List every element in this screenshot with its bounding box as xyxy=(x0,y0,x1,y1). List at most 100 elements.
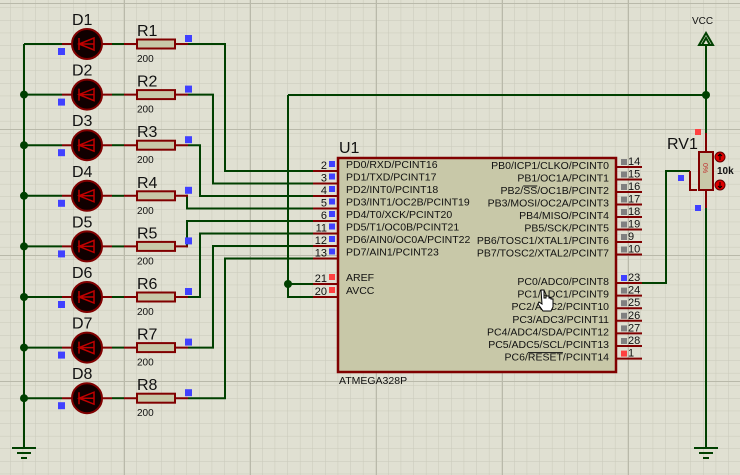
pin-name: PC1/ADC1/PCINT9 xyxy=(517,289,609,301)
pot-value: 10k xyxy=(717,166,734,177)
pin-state-indicator xyxy=(329,236,335,242)
pot-position: 0% xyxy=(701,163,708,173)
resistor-body[interactable] xyxy=(136,392,176,404)
pin-number: 16 xyxy=(628,181,640,193)
pin-name: PB3/MOSI/OC2A/PCINT3 xyxy=(488,198,610,210)
pin-state-indicator xyxy=(621,300,627,307)
pin-name: AVCC xyxy=(346,285,375,297)
pin-number: 10 xyxy=(628,244,640,256)
resistor-label: R5 xyxy=(137,225,158,242)
pot-decrease-button[interactable] xyxy=(714,179,726,191)
resistor-value: 200 xyxy=(137,54,154,65)
pin-state-indicator xyxy=(58,98,65,106)
pin-name: PB5/SCK/PCINT5 xyxy=(524,223,609,235)
pin-state-indicator xyxy=(185,237,192,245)
led-label: D5 xyxy=(72,214,93,231)
pin-name: PC2/ADC2/PCINT10 xyxy=(512,301,610,313)
resistor-label: R6 xyxy=(137,276,158,293)
resistor-value: 200 xyxy=(137,408,154,419)
pin-name: PB1/OC1A/PCINT1 xyxy=(517,173,609,185)
pin-state-indicator xyxy=(185,338,192,346)
pin-number: 19 xyxy=(628,219,640,231)
chip-u1[interactable]: U1 ATMEGA328P 2 PD0/RXD/PCINT16 3 PD1/TXD/P… xyxy=(313,140,642,387)
pin-name: PC6/RESET/PCINT14 xyxy=(505,352,610,364)
resistor-value: 200 xyxy=(137,307,154,318)
pin-name: PC5/ADC5/SCL/PCINT13 xyxy=(488,339,609,351)
pin-number: 6 xyxy=(321,210,327,222)
pot-increase-button[interactable] xyxy=(714,151,726,163)
resistor-body[interactable] xyxy=(136,38,176,50)
pin-number: 18 xyxy=(628,206,640,218)
pin-number: 11 xyxy=(316,223,327,235)
resistor-value: 200 xyxy=(137,206,154,217)
pin-name: PD3/INT1/OC2B/PCINT19 xyxy=(346,197,470,209)
pin-state-indicator xyxy=(621,159,627,165)
resistor-label: R2 xyxy=(137,74,158,91)
pin-number: 1 xyxy=(628,348,634,360)
pin-name: PD6/AIN0/OC0A/PCINT22 xyxy=(346,234,470,246)
pin-state-indicator xyxy=(329,211,335,217)
resistor-value: 200 xyxy=(137,155,154,166)
pin-name: PB7/TOSC2/XTAL2/PCINT7 xyxy=(477,248,609,260)
pin-state-indicator xyxy=(185,85,192,93)
resistor-value: 200 xyxy=(137,256,154,267)
pin-number: 20 xyxy=(315,286,327,298)
pin-name: PD5/T1/OC0B/PCINT21 xyxy=(346,222,459,234)
pin-state-indicator xyxy=(185,288,192,295)
pin-number: 3 xyxy=(321,173,327,185)
led-label: D7 xyxy=(72,316,93,333)
pin-name: PD0/RXD/PCINT16 xyxy=(346,159,438,171)
led-label: D8 xyxy=(72,366,93,383)
pin-state-indicator xyxy=(621,325,627,332)
pin-number: 25 xyxy=(628,297,640,309)
resistor-body[interactable] xyxy=(136,291,176,303)
pin-number: 14 xyxy=(628,156,640,168)
pin-number: 28 xyxy=(628,335,640,347)
schematic-canvas[interactable]: D1 R1 200 D2 R2 200 D3 R3 200 D4 R4 200 D5 R5 200 D6 R6 2… xyxy=(0,0,740,475)
led-label: D2 xyxy=(72,63,93,80)
pin-state-indicator xyxy=(58,351,65,359)
resistor-label: R8 xyxy=(137,377,158,394)
resistor-body[interactable] xyxy=(136,240,176,252)
pin-name: PB6/TOSC1/XTAL1/PCINT6 xyxy=(477,235,609,247)
resistor-body[interactable] xyxy=(136,190,176,202)
pin-name: PC3/ADC3/PCINT11 xyxy=(512,314,609,326)
resistor-value: 200 xyxy=(137,358,154,369)
pin-state-indicator xyxy=(621,338,627,344)
resistor-body[interactable] xyxy=(136,89,176,101)
pin-state-indicator xyxy=(185,136,192,144)
pin-state-indicator xyxy=(678,175,684,181)
pin-state-indicator xyxy=(329,198,335,205)
pin-state-indicator xyxy=(621,234,627,240)
resistor-label: R3 xyxy=(137,124,158,141)
led-label: D1 xyxy=(72,12,93,29)
pin-name: PB0/ICP1/CLKO/PCINT0 xyxy=(491,160,609,172)
pin-state-indicator xyxy=(621,275,627,281)
pin-state-indicator xyxy=(621,171,627,178)
resistor-label: R1 xyxy=(137,23,158,40)
pin-state-indicator xyxy=(695,129,701,135)
led-label: D6 xyxy=(72,265,93,282)
pin-state-indicator xyxy=(58,48,65,55)
resistor-body[interactable] xyxy=(136,342,176,354)
pin-number: 5 xyxy=(321,198,327,210)
pin-name: PD7/AIN1/PCINT23 xyxy=(346,247,439,259)
resistor-value: 200 xyxy=(137,105,154,116)
schematic[interactable]: D1 R1 200 D2 R2 200 D3 R3 200 D4 R4 200 D5 R5 200 D6 R6 2… xyxy=(0,0,740,475)
pin-number: 9 xyxy=(628,231,634,243)
pin-number: 13 xyxy=(315,248,327,260)
pin-name: PC4/ADC4/SDA/PCINT12 xyxy=(487,326,609,338)
pin-state-indicator xyxy=(329,161,335,167)
pin-state-indicator xyxy=(329,173,335,180)
pin-number: 17 xyxy=(628,194,640,206)
pin-state-indicator xyxy=(621,184,627,190)
pin-state-indicator xyxy=(58,250,65,258)
pin-state-indicator xyxy=(185,186,192,194)
pin-name: PC0/ADC0/PCINT8 xyxy=(517,276,609,288)
pin-state-indicator xyxy=(621,221,627,228)
resistor-body[interactable] xyxy=(136,139,176,151)
pin-state-indicator xyxy=(621,246,627,253)
pin-state-indicator xyxy=(58,402,65,410)
pin-state-indicator xyxy=(58,199,65,207)
pin-name: PB2/SS/OC1B/PCINT2 xyxy=(500,185,609,197)
